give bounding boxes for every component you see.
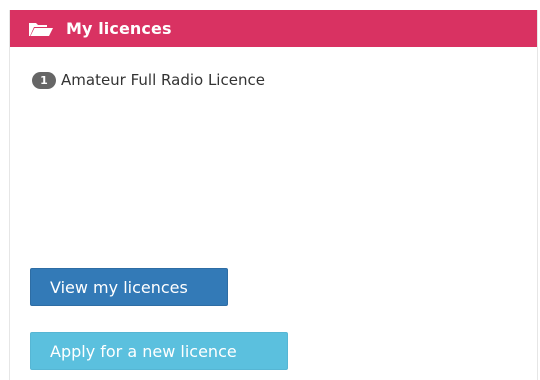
panel-header: My licences	[10, 10, 537, 47]
licence-list: 1 Amateur Full Radio Licence	[32, 69, 265, 91]
list-item: 1 Amateur Full Radio Licence	[32, 69, 265, 91]
view-licences-button[interactable]: View my licences	[30, 268, 228, 306]
apply-licence-button[interactable]: Apply for a new licence	[30, 332, 288, 370]
panel-title: My licences	[66, 19, 172, 38]
count-badge: 1	[32, 71, 56, 89]
licence-name: Amateur Full Radio Licence	[61, 71, 265, 89]
folder-open-icon	[28, 21, 54, 37]
licences-panel: My licences 1 Amateur Full Radio Licence…	[9, 10, 538, 380]
